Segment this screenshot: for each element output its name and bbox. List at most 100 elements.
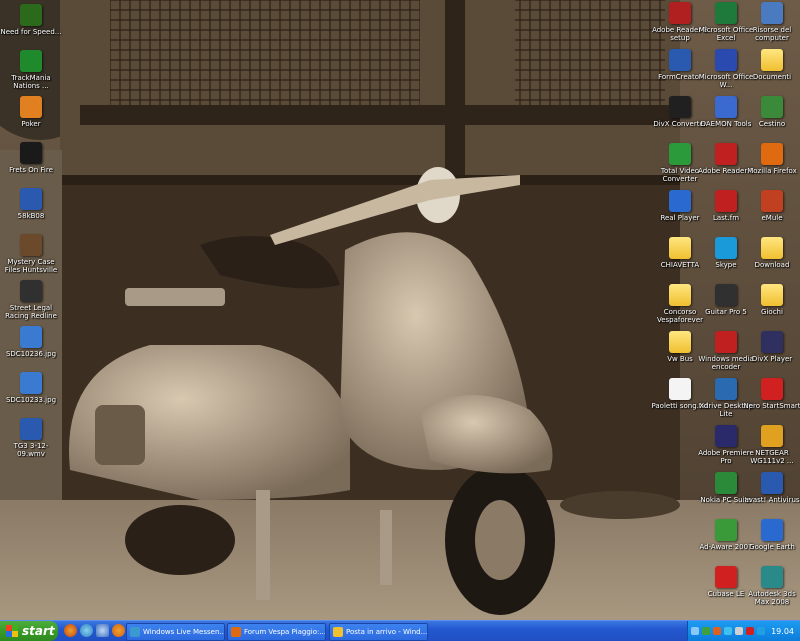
desktop-icon[interactable]: Download bbox=[743, 237, 800, 283]
media-player-icon[interactable] bbox=[112, 624, 125, 637]
desktop-icon[interactable]: TG3 3-12-09.wmv bbox=[2, 418, 60, 464]
desktop-icon[interactable]: NETGEAR WG111v2 ... bbox=[743, 425, 800, 471]
daemon-icon bbox=[715, 96, 737, 118]
desktop-icon-label: eMule bbox=[761, 214, 783, 222]
desktop-icon-label: SDC10236.jpg bbox=[5, 350, 57, 358]
desktop-icon[interactable]: SDC10236.jpg bbox=[2, 326, 60, 372]
word-icon bbox=[715, 49, 737, 71]
start-button[interactable]: start bbox=[0, 621, 58, 641]
firefox-icon[interactable] bbox=[64, 624, 77, 637]
desktop-icon[interactable]: Mystery Case Files Huntsville bbox=[2, 234, 60, 280]
quick-launch bbox=[64, 624, 125, 637]
desktop-icon-label: avast! Antivirus bbox=[744, 496, 800, 504]
desktop-icon[interactable]: DivX Player bbox=[743, 331, 800, 377]
premiere-icon bbox=[715, 425, 737, 447]
desktop-icon-label: Nero StartSmart bbox=[743, 402, 800, 410]
guitar-icon bbox=[20, 142, 42, 164]
window-icon bbox=[130, 627, 140, 637]
window-icon bbox=[333, 627, 343, 637]
desktop-icon[interactable]: Giochi bbox=[743, 284, 800, 330]
desktop-icon-label: DivX Player bbox=[751, 355, 793, 363]
desktop-icon[interactable]: Documenti bbox=[743, 49, 800, 95]
video-file-icon bbox=[20, 418, 42, 440]
desktop-icon-label: Mozilla Firefox bbox=[747, 167, 797, 175]
game-icon bbox=[20, 234, 42, 256]
tray-antivirus-icon[interactable] bbox=[713, 627, 721, 635]
taskbar: start Windows Live Messen... Forum Vespa … bbox=[0, 620, 800, 641]
taskbar-button-label: Forum Vespa Piaggio:... bbox=[244, 628, 326, 636]
desktop-icon[interactable]: Poker bbox=[2, 96, 60, 142]
start-label: start bbox=[22, 624, 55, 638]
installer-icon bbox=[669, 2, 691, 24]
desktop-icon-label: TrackMania Nations ... bbox=[11, 74, 51, 90]
desktop-icon[interactable]: eMule bbox=[743, 190, 800, 236]
emule-icon bbox=[761, 190, 783, 212]
desktop-icon-label: Frets On Fire bbox=[9, 166, 53, 174]
desktop-icon[interactable]: Nero StartSmart bbox=[743, 378, 800, 424]
app-icon bbox=[20, 188, 42, 210]
desktop-icon-label: Download bbox=[754, 261, 790, 269]
tray-network-icon[interactable] bbox=[702, 627, 710, 635]
computer-icon bbox=[761, 2, 783, 24]
cubase-icon bbox=[715, 566, 737, 588]
desktop-icon[interactable]: Cestino bbox=[743, 96, 800, 142]
tray-security-icon[interactable] bbox=[746, 627, 754, 635]
app-icon bbox=[669, 49, 691, 71]
desktop-icon-label: Google Earth bbox=[749, 543, 795, 551]
taskbar-button-label: Windows Live Messen... bbox=[143, 628, 225, 636]
taskbar-button[interactable]: Posta in arrivo - Wind... bbox=[329, 623, 428, 641]
desktop: Need for Speed... TrackMania Nations ... P… bbox=[0, 0, 800, 620]
car-icon bbox=[20, 280, 42, 302]
window-icon bbox=[231, 627, 241, 637]
desktop-icon-label: Giochi bbox=[761, 308, 783, 316]
system-tray: 19.04 bbox=[687, 621, 800, 641]
globe-icon bbox=[761, 519, 783, 541]
nokia-icon bbox=[715, 472, 737, 494]
desktop-icon-label: TG3 3-12-09.wmv bbox=[13, 442, 49, 458]
firefox-icon bbox=[761, 143, 783, 165]
desktop-icon[interactable]: 58kB08 bbox=[2, 188, 60, 234]
video-icon bbox=[669, 143, 691, 165]
excel-icon bbox=[715, 2, 737, 24]
desktop-icon[interactable]: Frets On Fire bbox=[2, 142, 60, 188]
media-icon bbox=[715, 331, 737, 353]
desktop-icon-label: Need for Speed... bbox=[0, 28, 62, 36]
text-file-icon bbox=[669, 378, 691, 400]
game-icon bbox=[20, 50, 42, 72]
desktop-icon[interactable]: Need for Speed... bbox=[0, 4, 62, 50]
guitar-icon bbox=[715, 284, 737, 306]
desktop-icon-label: Cestino bbox=[758, 120, 786, 128]
desktop-icon-label: SDC10233.jpg bbox=[5, 396, 57, 404]
drive-icon bbox=[715, 378, 737, 400]
skype-icon bbox=[715, 237, 737, 259]
taskbar-button[interactable]: Windows Live Messen... bbox=[126, 623, 225, 641]
pdf-icon bbox=[715, 143, 737, 165]
clock: 19.04 bbox=[771, 626, 794, 636]
divx-icon bbox=[761, 331, 783, 353]
image-file-icon bbox=[20, 326, 42, 348]
tray-volume-icon[interactable] bbox=[735, 627, 743, 635]
desktop-icon-label: 58kB08 bbox=[17, 212, 45, 220]
desktop-icon[interactable]: Autodesk 3ds Max 2008 bbox=[743, 566, 800, 612]
desktop-icon[interactable]: TrackMania Nations ... bbox=[2, 50, 60, 96]
messenger-icon[interactable] bbox=[80, 624, 93, 637]
folder-icon bbox=[761, 284, 783, 306]
tray-skype-icon[interactable] bbox=[757, 627, 765, 635]
desktop-icon[interactable]: Street Legal Racing Redline bbox=[2, 280, 60, 326]
adaware-icon bbox=[715, 519, 737, 541]
taskbar-button[interactable]: Forum Vespa Piaggio:... bbox=[227, 623, 326, 641]
desktop-icon[interactable]: Risorse del computer bbox=[743, 2, 800, 48]
tray-messenger-icon[interactable] bbox=[724, 627, 732, 635]
tray-chevron-icon[interactable] bbox=[691, 627, 699, 635]
show-desktop-icon[interactable] bbox=[96, 624, 109, 637]
desktop-icon[interactable]: avast! Antivirus bbox=[743, 472, 800, 518]
folder-icon bbox=[669, 284, 691, 306]
avast-icon bbox=[761, 472, 783, 494]
desktop-icon-label: Mystery Case Files Huntsville bbox=[4, 258, 58, 274]
desktop-icon[interactable]: SDC10233.jpg bbox=[2, 372, 60, 418]
desktop-icon[interactable]: Google Earth bbox=[743, 519, 800, 565]
desktop-icon-label: Autodesk 3ds Max 2008 bbox=[748, 590, 796, 606]
3ds-icon bbox=[761, 566, 783, 588]
folder-icon bbox=[669, 237, 691, 259]
desktop-icon[interactable]: Mozilla Firefox bbox=[743, 143, 800, 189]
